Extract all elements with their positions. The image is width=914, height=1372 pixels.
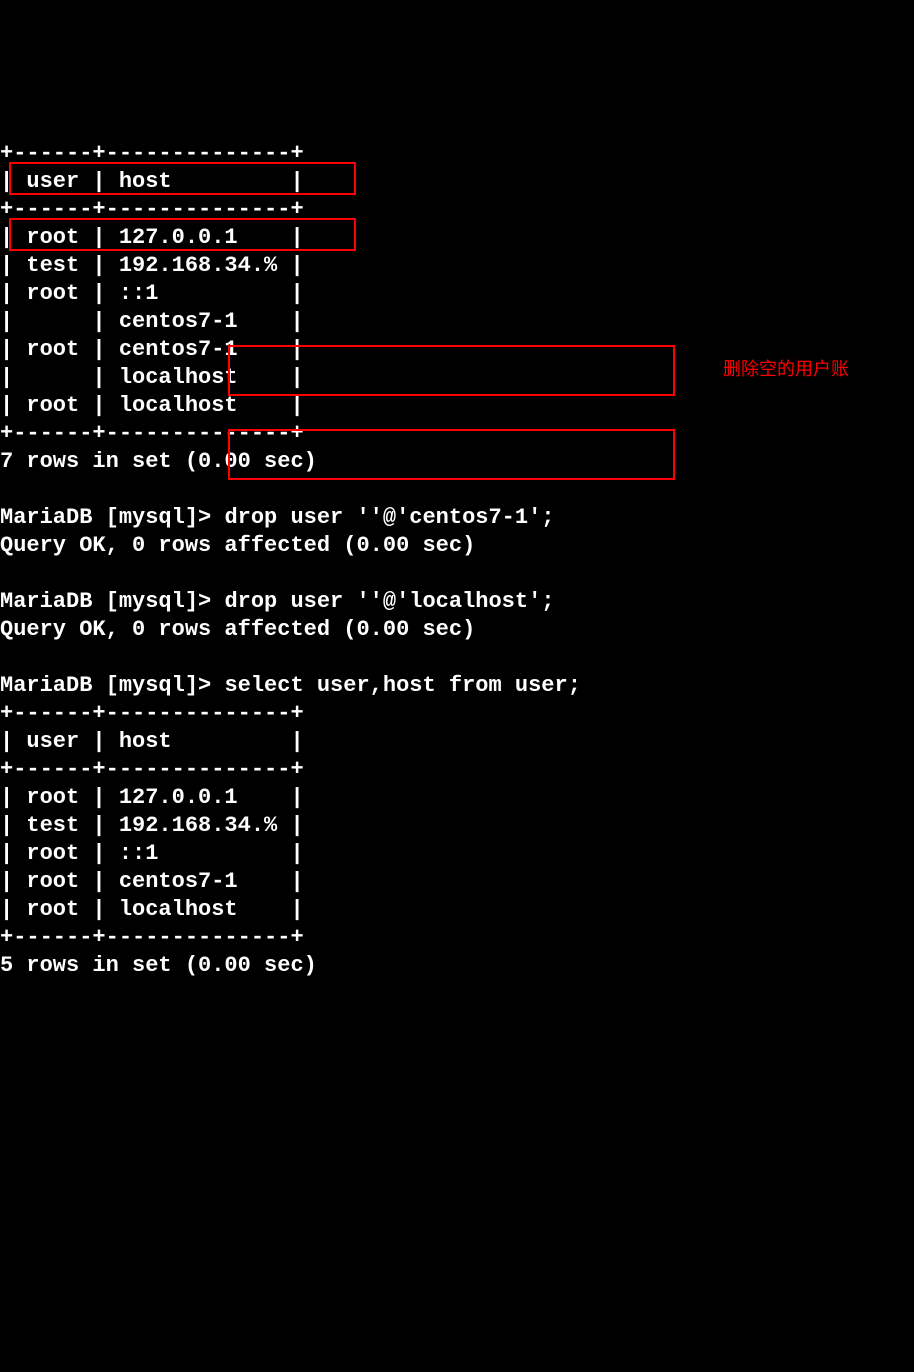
prompt: MariaDB [mysql]>: [0, 673, 224, 698]
result-line: Query OK, 0 rows affected (0.00 sec): [0, 617, 475, 642]
table-border: +------+--------------+: [0, 197, 304, 222]
sql-command: drop user ''@'centos7-1';: [224, 505, 554, 530]
prompt: MariaDB [mysql]>: [0, 505, 224, 530]
table-row: | test | 192.168.34.% |: [0, 253, 304, 278]
annotation-text: 删除空的用户账: [723, 355, 849, 383]
result-summary: 7 rows in set (0.00 sec): [0, 449, 317, 474]
table-row: | test | 192.168.34.% |: [0, 813, 304, 838]
table-border: +------+--------------+: [0, 141, 304, 166]
table-border: +------+--------------+: [0, 701, 304, 726]
table-border: +------+--------------+: [0, 925, 304, 950]
prompt: MariaDB [mysql]>: [0, 589, 224, 614]
table-row: | root | 127.0.0.1 |: [0, 225, 304, 250]
terminal-output[interactable]: +------+--------------+ | user | host | …: [0, 112, 914, 980]
table-border: +------+--------------+: [0, 421, 304, 446]
table-row: | root | 127.0.0.1 |: [0, 785, 304, 810]
table-border: +------+--------------+: [0, 757, 304, 782]
table-row: | root | centos7-1 |: [0, 337, 304, 362]
table-header: | user | host |: [0, 169, 304, 194]
sql-command: select user,host from user;: [224, 673, 580, 698]
result-summary: 5 rows in set (0.00 sec): [0, 953, 317, 978]
table-row: | | localhost |: [0, 365, 304, 390]
table-row: | root | ::1 |: [0, 841, 304, 866]
sql-command: drop user ''@'localhost';: [224, 589, 554, 614]
table-row: | root | localhost |: [0, 393, 304, 418]
table-row: | root | centos7-1 |: [0, 869, 304, 894]
table-header: | user | host |: [0, 729, 304, 754]
table-row: | | centos7-1 |: [0, 309, 304, 334]
table-row: | root | localhost |: [0, 897, 304, 922]
result-line: Query OK, 0 rows affected (0.00 sec): [0, 533, 475, 558]
table-row: | root | ::1 |: [0, 281, 304, 306]
